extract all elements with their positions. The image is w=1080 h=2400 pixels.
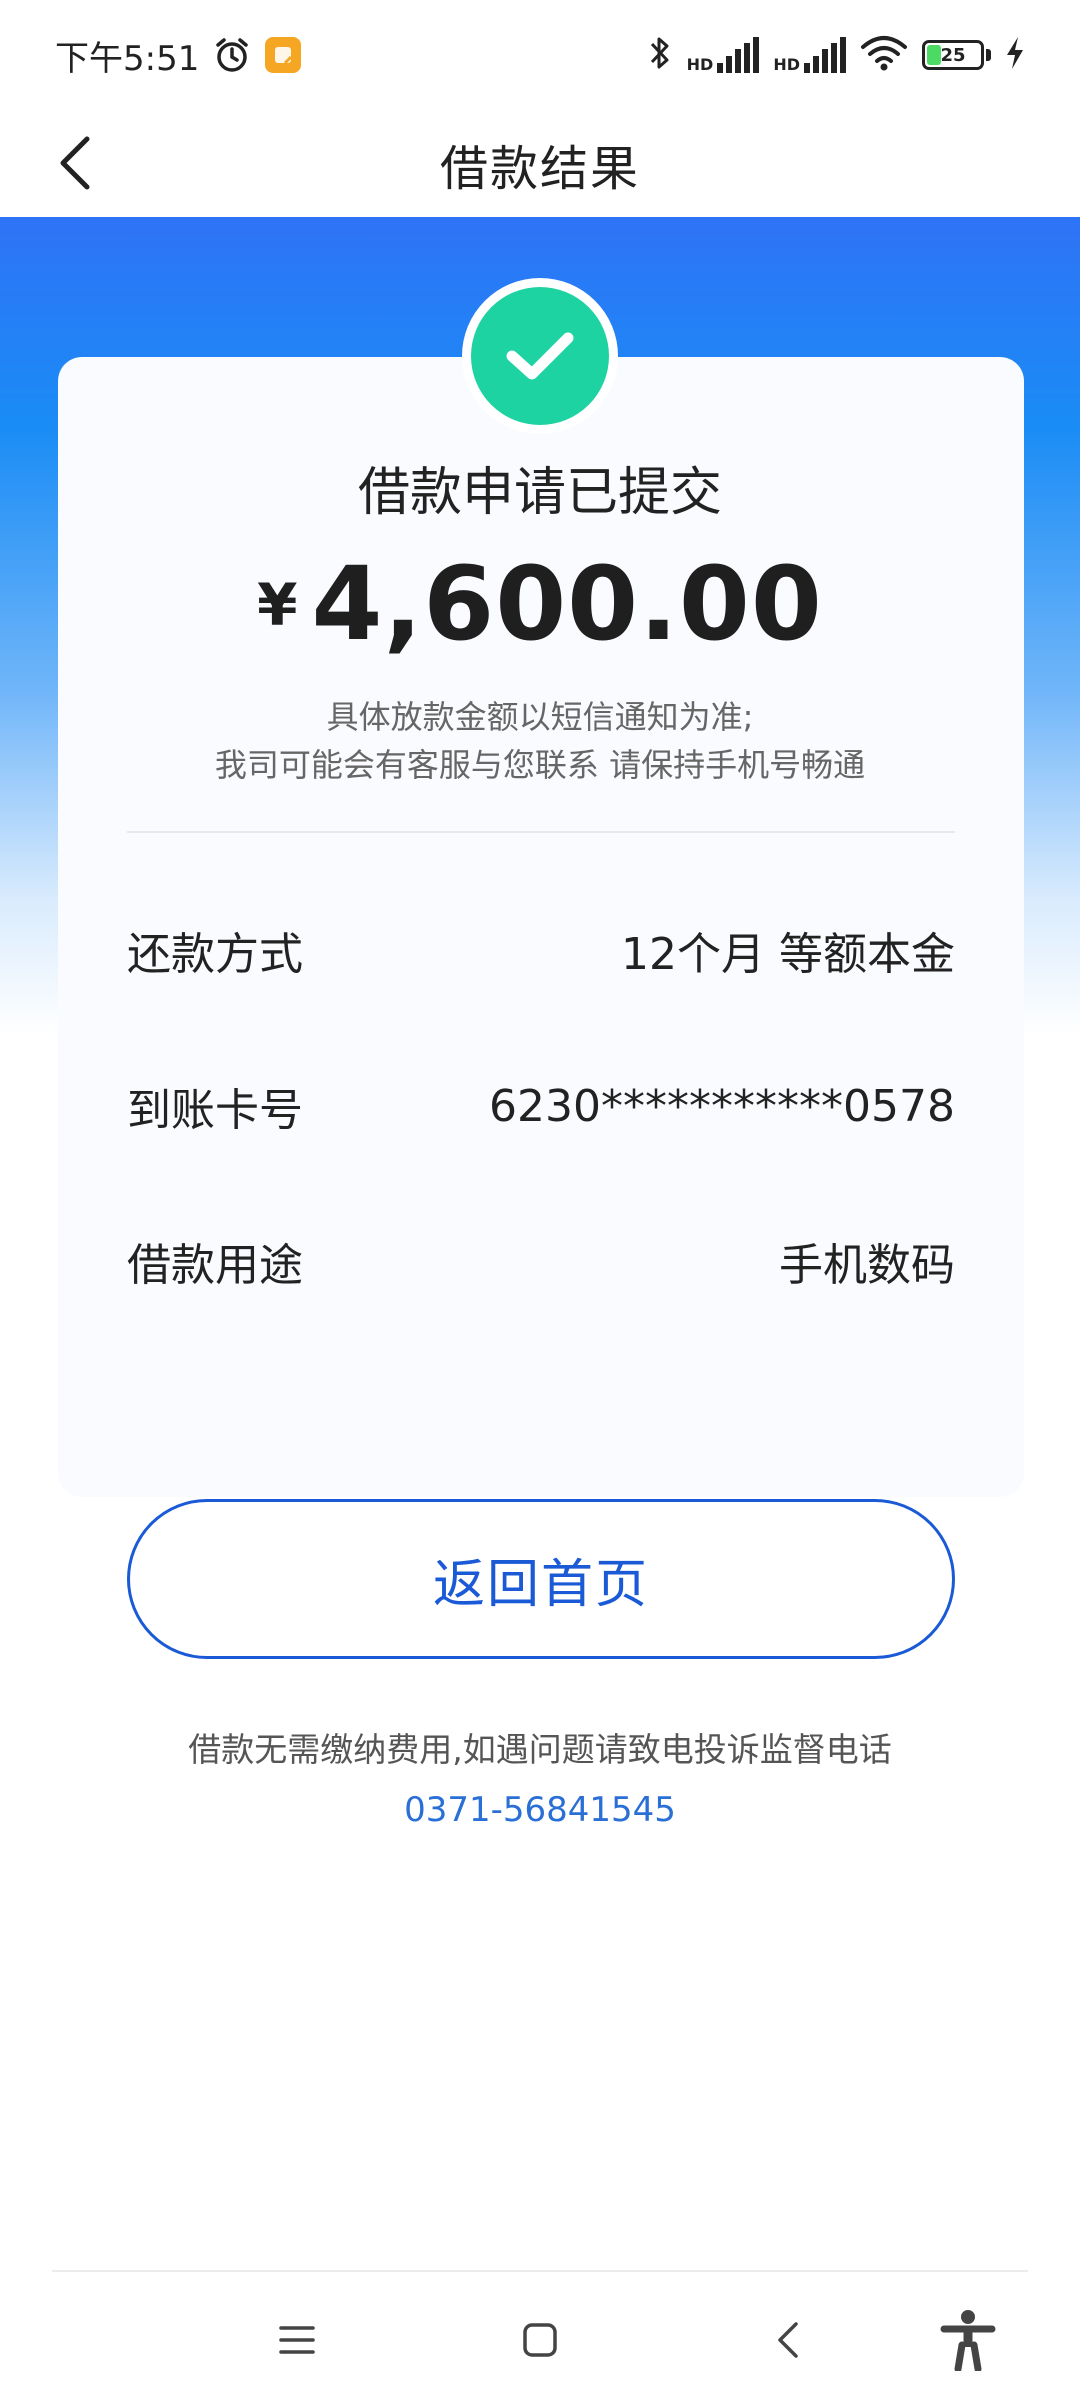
chevron-left-icon	[60, 136, 90, 190]
detail-value: 6230***********0578	[489, 1080, 955, 1132]
hd-label-2: HD	[773, 55, 800, 74]
card-divider	[127, 831, 955, 833]
battery-icon: 25	[922, 40, 984, 70]
charging-bolt-icon	[1005, 36, 1025, 74]
loan-result-screen: 下午5:51 HD HD 25 借款结果 借款申请已提交 ¥ 4,600.00 …	[0, 0, 1080, 2400]
detail-value: 手机数码	[779, 1240, 955, 1291]
battery-indicator: 25	[922, 40, 991, 70]
result-status-title: 借款申请已提交	[357, 463, 722, 523]
signal-strength-icon-2: HD	[773, 37, 846, 73]
detail-label: 到账卡号	[127, 1085, 303, 1136]
complaint-phone-link[interactable]: 0371-56841545	[0, 1790, 1080, 1830]
notification-app-icon	[265, 37, 302, 73]
system-navigation-bar	[0, 2272, 1080, 2400]
status-right: HD HD 25	[647, 34, 1025, 76]
return-home-button[interactable]: 返回首页	[127, 1499, 955, 1659]
bluetooth-icon	[647, 34, 673, 76]
loan-amount: ¥4,600.00	[0, 545, 1080, 664]
nav-back-button[interactable]	[748, 2300, 828, 2380]
battery-level: 25	[940, 44, 966, 66]
disbursement-note: 具体放款金额以短信通知为准;	[326, 698, 754, 736]
back-button[interactable]	[40, 128, 110, 198]
square-home-icon	[523, 2323, 557, 2357]
check-icon	[506, 332, 574, 380]
detail-value: 12个月 等额本金	[621, 929, 955, 980]
nav-recents-button[interactable]	[257, 2300, 337, 2380]
footer-fee-note: 借款无需缴纳费用,如遇问题请致电投诉监督电话	[188, 1730, 892, 1769]
detail-label: 借款用途	[127, 1240, 303, 1291]
battery-cap	[986, 49, 991, 61]
page-header: 借款结果	[0, 110, 1080, 217]
currency-symbol: ¥	[257, 570, 298, 639]
accessibility-person-icon	[940, 2310, 996, 2371]
accessibility-button[interactable]	[928, 2300, 1008, 2380]
chevron-left-icon	[778, 2322, 798, 2358]
detail-row-repayment-method: 还款方式 12个月 等额本金	[127, 918, 955, 982]
status-bar: 下午5:51 HD HD 25	[0, 0, 1080, 110]
success-badge	[462, 278, 618, 434]
contact-note: 我司可能会有客服与您联系 请保持手机号畅通	[214, 746, 866, 784]
wifi-icon	[860, 35, 908, 75]
amount-value: 4,600.00	[311, 545, 823, 664]
detail-row-card-number: 到账卡号 6230***********0578	[127, 1074, 955, 1138]
status-time: 下午5:51	[55, 38, 200, 79]
page-title: 借款结果	[439, 140, 640, 197]
signal-strength-icon-1: HD	[687, 37, 760, 73]
menu-icon	[279, 2326, 315, 2354]
detail-label: 还款方式	[127, 929, 303, 980]
alarm-clock-icon	[213, 36, 251, 74]
status-left: 下午5:51	[55, 31, 302, 80]
success-circle	[471, 287, 609, 425]
detail-row-loan-purpose: 借款用途 手机数码	[127, 1229, 955, 1293]
hd-label-1: HD	[686, 55, 714, 74]
nav-home-button[interactable]	[500, 2300, 580, 2380]
